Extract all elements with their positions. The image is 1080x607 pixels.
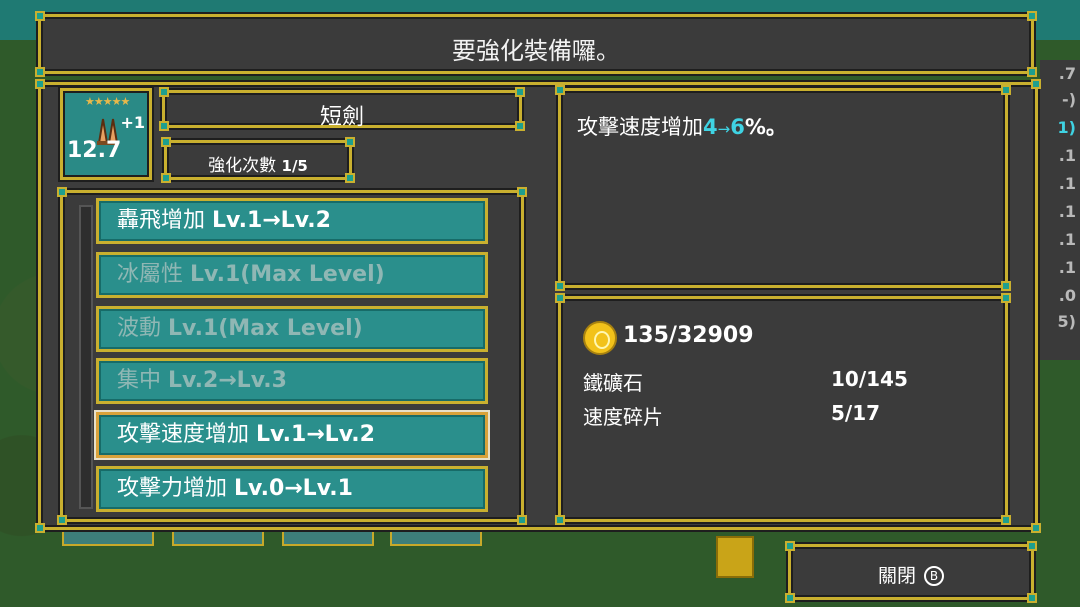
option-name: 集中 [117, 368, 162, 393]
description-panel: 攻擊速度增加4→6%。 [555, 85, 1011, 291]
option-knockback-increase[interactable]: 轟飛增加 Lv.1→Lv.2 [96, 198, 488, 244]
option-name: 攻擊力增加 [117, 476, 228, 501]
option-wave[interactable]: 波動 Lv.1(Max Level) [96, 306, 488, 352]
background-stats-column: .7 -) 1) .1 .1 .1 .1 .1 .0 5) [1040, 60, 1080, 360]
background-footer-tabs [62, 530, 482, 548]
option-ice-element[interactable]: 冰屬性 Lv.1(Max Level) [96, 252, 488, 298]
material-amount: 10/145 [831, 367, 908, 391]
rarity-stars: ★★★★★ [85, 95, 130, 108]
description-text: 攻擊速度增加 [577, 115, 703, 139]
option-level: Lv.2→Lv.3 [168, 368, 287, 393]
bg-stat: .1 [1058, 146, 1076, 165]
option-level: Lv.1(Max Level) [168, 316, 363, 341]
bg-stat: .1 [1058, 202, 1076, 221]
material-amount: 5/17 [831, 401, 881, 425]
bg-stat: .1 [1058, 258, 1076, 277]
bg-tab [172, 530, 264, 546]
weapon-icon-box: ★★★★★ +1 12.7 [60, 88, 152, 180]
bg-tab [390, 530, 482, 546]
description-suffix: %。 [744, 115, 787, 139]
option-attack-speed-increase[interactable]: 攻擊速度增加 Lv.1→Lv.2 [96, 412, 488, 458]
option-name: 冰屬性 [117, 262, 184, 287]
options-scrollbar[interactable] [79, 205, 93, 509]
close-button-label: 關閉 [877, 565, 916, 587]
material-name: 速度碎片 [583, 405, 663, 429]
dialog-title: 要強化裝備囉。 [452, 37, 620, 65]
cost-panel: 135/32909 鐵礦石 10/145 速度碎片 5/17 [555, 293, 1011, 525]
background-gold-block [716, 536, 754, 578]
material-name: 鐵礦石 [583, 371, 643, 395]
bg-stat: .1 [1058, 174, 1076, 193]
option-level: Lv.1→Lv.2 [212, 208, 331, 233]
option-name: 波動 [117, 316, 162, 341]
bg-stat: -) [1062, 90, 1076, 109]
dialog-title-bar: 要強化裝備囉。 [35, 11, 1037, 77]
description-from-value: 4 [703, 115, 718, 139]
close-button[interactable]: 關閉 B [785, 541, 1037, 603]
option-name: 轟飛增加 [117, 208, 206, 233]
enhance-level-badge: +1 [120, 113, 145, 132]
option-focus[interactable]: 集中 Lv.2→Lv.3 [96, 358, 488, 404]
bg-stat: .1 [1058, 230, 1076, 249]
weapon-name: 短劍 [319, 105, 364, 130]
weapon-name-box: 短劍 [159, 87, 525, 131]
weapon-stat-value: 12.7 [67, 138, 122, 163]
bg-tab [62, 530, 154, 546]
option-level: Lv.1(Max Level) [190, 262, 385, 287]
description-arrow: → [717, 120, 731, 138]
option-name: 攻擊速度增加 [117, 422, 250, 447]
option-level: Lv.0→Lv.1 [234, 476, 353, 501]
bg-stat: 1) [1057, 118, 1076, 137]
bg-stat: .7 [1058, 64, 1076, 83]
close-button-content: 關閉 B [791, 561, 1031, 588]
gold-coin-icon [583, 321, 617, 355]
enhance-count: 強化次數 1/5 [167, 151, 349, 176]
bg-stat: 5) [1057, 312, 1076, 331]
option-attack-power-increase[interactable]: 攻擊力增加 Lv.0→Lv.1 [96, 466, 488, 512]
bg-tab [282, 530, 374, 546]
upgrade-description: 攻擊速度增加4→6%。 [577, 111, 787, 141]
bg-stat: .0 [1058, 286, 1076, 305]
gold-cost: 135/32909 [623, 323, 754, 348]
description-to-value: 6 [730, 115, 745, 139]
enhance-count-value: 1/5 [281, 157, 308, 175]
b-button-icon: B [924, 566, 945, 586]
option-level: Lv.1→Lv.2 [256, 422, 375, 447]
enhance-count-label: 強化次數 [208, 156, 277, 176]
enhance-count-box: 強化次數 1/5 [161, 137, 355, 183]
